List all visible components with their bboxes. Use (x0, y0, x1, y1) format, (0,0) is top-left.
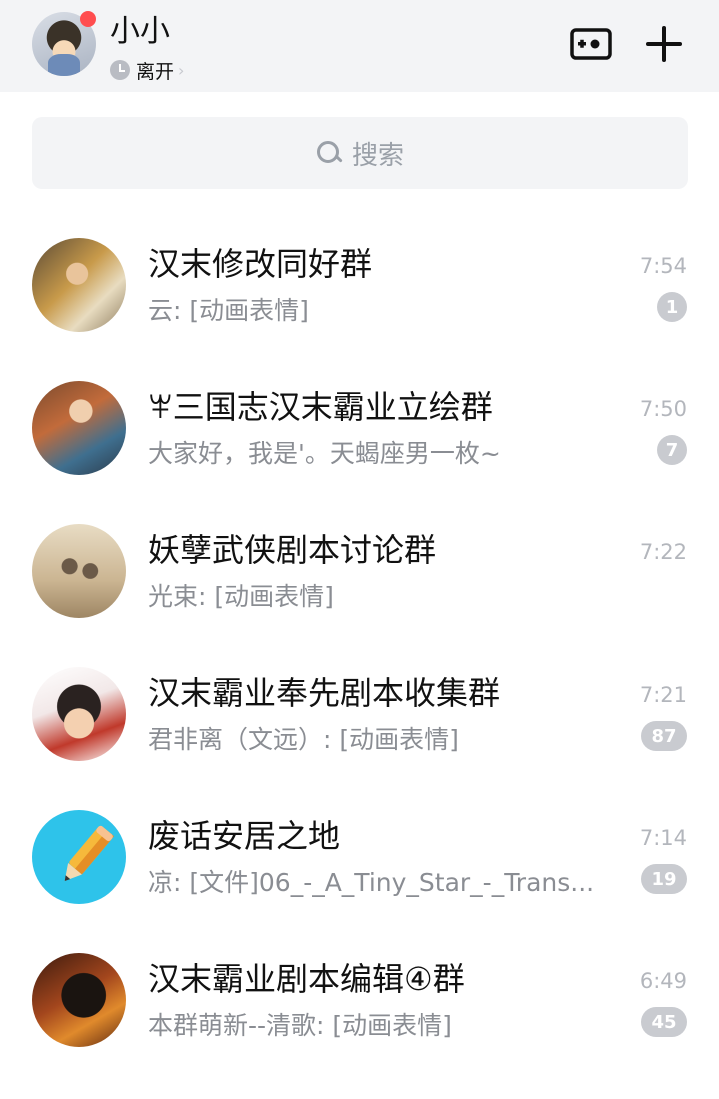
chat-title: 妖孽武侠剧本讨论群 (148, 531, 437, 569)
clock-icon (110, 60, 130, 80)
chat-title: 汉末霸业奉先剧本收集群 (148, 674, 501, 712)
group-avatar (32, 810, 126, 904)
username[interactable]: 小小 (110, 14, 170, 50)
top-bar: 小小 离开 › (0, 0, 719, 92)
chat-time: 7:22 (639, 540, 687, 564)
chat-preview: 君非离（文远）: [动画表情] (148, 725, 459, 754)
chat-row[interactable]: 汉末霸业剧本编辑④群 本群萌新--清歌: [动画表情] 6:49 45 (0, 929, 719, 1072)
unread-badge: 19 (641, 864, 687, 894)
chat-preview: 大家好，我是'。天蝎座男一枚~ (148, 439, 501, 468)
chat-row[interactable]: 废话安居之地 凉: [文件]06_-_A_Tiny_Star_-_Trans..… (0, 786, 719, 929)
group-avatar (32, 381, 126, 475)
chat-row[interactable]: ꕽ三国志汉末霸业立绘群 大家好，我是'。天蝎座男一枚~ 7:50 7 (0, 357, 719, 500)
pencil-icon (54, 818, 115, 898)
chat-time: 6:49 (639, 969, 687, 993)
chat-time: 7:14 (639, 826, 687, 850)
chat-row[interactable]: 汉末霸业奉先剧本收集群 君非离（文远）: [动画表情] 7:21 87 (0, 643, 719, 786)
search-icon (316, 140, 342, 166)
status-text: 离开 (136, 60, 175, 83)
chat-preview: 云: [动画表情] (148, 296, 309, 325)
camera-icon[interactable] (570, 26, 612, 60)
chat-title: ꕽ三国志汉末霸业立绘群 (148, 388, 493, 426)
group-avatar (32, 953, 126, 1047)
chat-title: 废话安居之地 (148, 817, 341, 855)
chat-time: 7:50 (639, 397, 687, 421)
group-avatar (32, 667, 126, 761)
search-placeholder: 搜索 (351, 140, 404, 171)
camera-icon-graphic (570, 28, 612, 60)
chevron-right-icon: › (178, 60, 185, 80)
unread-badge: 87 (641, 721, 687, 751)
chat-preview: 光束: [动画表情] (148, 582, 334, 611)
chat-time: 7:21 (639, 683, 687, 707)
chat-time: 7:54 (639, 254, 687, 278)
notification-dot (80, 11, 96, 27)
chat-preview: 本群萌新--清歌: [动画表情] (148, 1011, 452, 1040)
chat-row[interactable]: 汉末修改同好群 云: [动画表情] 7:54 1 (0, 214, 719, 357)
chat-title: 汉末霸业剧本编辑④群 (148, 960, 465, 998)
group-avatar (32, 524, 126, 618)
chat-row[interactable]: 妖孽武侠剧本讨论群 光束: [动画表情] 7:22 (0, 500, 719, 643)
online-status[interactable]: 离开 › (110, 58, 185, 83)
search-input[interactable]: 搜索 (32, 117, 688, 189)
unread-badge: 45 (641, 1007, 687, 1037)
chat-title: 汉末修改同好群 (148, 245, 373, 283)
group-avatar (32, 238, 126, 332)
chat-preview: 凉: [文件]06_-_A_Tiny_Star_-_Trans... (148, 868, 595, 897)
add-icon[interactable] (644, 24, 684, 64)
unread-badge: 7 (657, 435, 687, 465)
unread-badge: 1 (657, 292, 687, 322)
